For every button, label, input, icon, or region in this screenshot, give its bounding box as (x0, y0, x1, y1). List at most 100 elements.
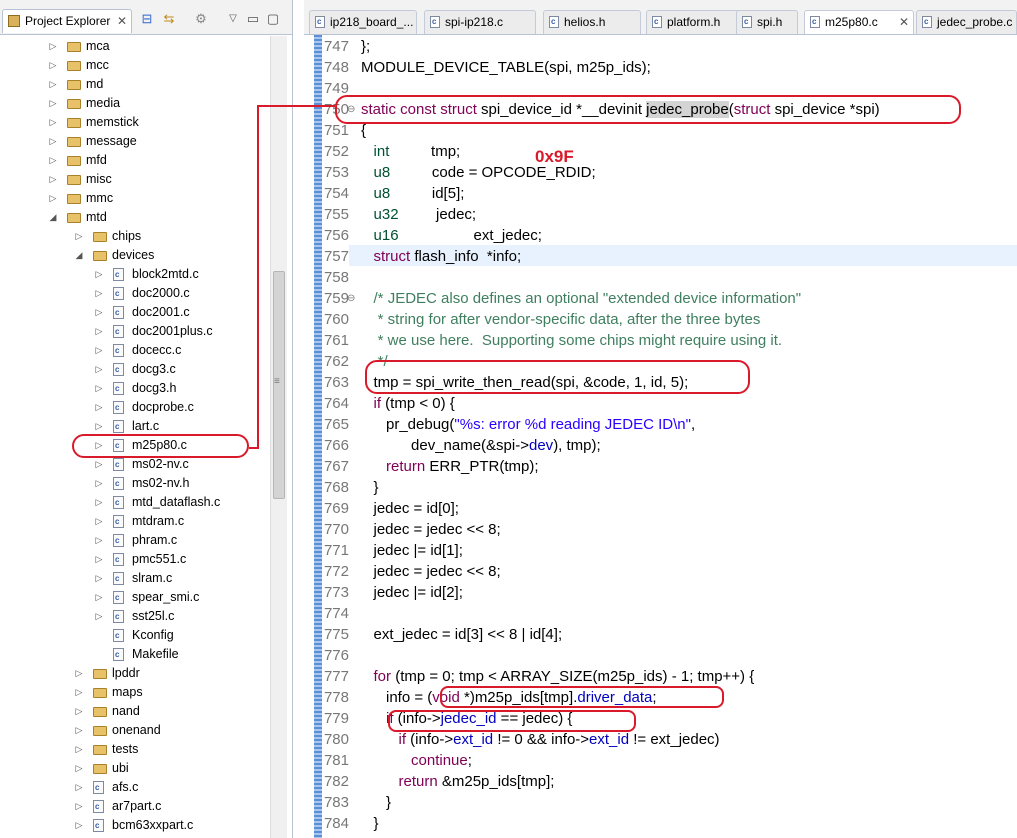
collapsed-arrow-icon[interactable]: ▷ (74, 664, 84, 683)
code-line[interactable]: 752 int tmp; (304, 141, 1017, 162)
tree-item[interactable]: ▷ c slram.c (0, 569, 268, 588)
collapsed-arrow-icon[interactable]: ▷ (94, 303, 104, 322)
code-line[interactable]: 774 (304, 603, 1017, 624)
collapsed-arrow-icon[interactable]: ▷ (74, 740, 84, 759)
collapsed-arrow-icon[interactable]: ▷ (48, 189, 58, 208)
code-line[interactable]: 781 continue; (304, 750, 1017, 771)
tree-item[interactable]: ▷ c docg3.h (0, 379, 268, 398)
collapsed-arrow-icon[interactable]: ▷ (48, 37, 58, 56)
code-line[interactable]: 769 jedec = id[0]; (304, 498, 1017, 519)
tree-item[interactable]: ▷ mfd (0, 151, 268, 170)
collapsed-arrow-icon[interactable]: ▷ (94, 474, 104, 493)
tree-item[interactable]: ▷ onenand (0, 721, 268, 740)
tree-item[interactable]: ▷ mmc (0, 189, 268, 208)
tree-item[interactable]: ▷ lpddr (0, 664, 268, 683)
maximize-icon[interactable]: ▢ (266, 12, 280, 26)
code-line[interactable]: 759 ⊖ /* JEDEC also defines an optional "… (304, 288, 1017, 309)
tree-item[interactable]: ▷ message (0, 132, 268, 151)
tree-item[interactable]: ▷ mcc (0, 56, 268, 75)
tree-item[interactable]: ▷ c mtd_dataflash.c (0, 493, 268, 512)
collapsed-arrow-icon[interactable]: ▷ (94, 607, 104, 626)
tree-item[interactable]: ▷ c ms02-nv.h (0, 474, 268, 493)
collapsed-arrow-icon[interactable]: ▷ (74, 759, 84, 778)
expanded-arrow-icon[interactable]: ◢ (74, 246, 84, 265)
tree-item[interactable]: ▷ c phram.c (0, 531, 268, 550)
collapsed-arrow-icon[interactable]: ▷ (74, 227, 84, 246)
code-line[interactable]: 783 } (304, 792, 1017, 813)
tree-item[interactable]: ▷ c ar7part.c (0, 797, 268, 816)
code-line[interactable]: 754 u8 id[5]; (304, 183, 1017, 204)
collapsed-arrow-icon[interactable]: ▷ (48, 56, 58, 75)
collapsed-arrow-icon[interactable]: ▷ (94, 284, 104, 303)
code-line[interactable]: 748 MODULE_DEVICE_TABLE(spi, m25p_ids); (304, 57, 1017, 78)
collapsed-arrow-icon[interactable]: ▷ (94, 569, 104, 588)
code-line[interactable]: 780 if (info->ext_id != 0 && info->ext_i… (304, 729, 1017, 750)
tree-item[interactable]: ◢ devices (0, 246, 268, 265)
code-line[interactable]: 760 * string for after vendor-specific d… (304, 309, 1017, 330)
collapsed-arrow-icon[interactable]: ▷ (74, 778, 84, 797)
tree-item[interactable]: ▷ c doc2000.c (0, 284, 268, 303)
tree-item[interactable]: ◢ mtd (0, 208, 268, 227)
editor-tab[interactable]: spi-ip218.c (424, 10, 536, 34)
collapsed-arrow-icon[interactable]: ▷ (48, 151, 58, 170)
code-line[interactable]: 753 u8 code = OPCODE_RDID; (304, 162, 1017, 183)
collapsed-arrow-icon[interactable]: ▷ (48, 170, 58, 189)
collapsed-arrow-icon[interactable]: ▷ (94, 512, 104, 531)
link-with-editor-icon[interactable]: ⇆ (162, 12, 176, 26)
collapsed-arrow-icon[interactable]: ▷ (48, 132, 58, 151)
close-icon[interactable]: ✕ (117, 14, 127, 28)
view-menu-icon[interactable]: ▽ (226, 12, 240, 26)
editor-tab[interactable]: helios.h (543, 10, 641, 34)
editor-tab[interactable]: ip218_board_... (309, 10, 417, 34)
collapsed-arrow-icon[interactable]: ▷ (94, 265, 104, 284)
tree-item[interactable]: ▷ c sst25l.c (0, 607, 268, 626)
tree-item[interactable]: ▷ misc (0, 170, 268, 189)
code-line[interactable]: 772 jedec = jedec << 8; (304, 561, 1017, 582)
tree-item[interactable]: ▷ md (0, 75, 268, 94)
tree-item[interactable]: ▷ c block2mtd.c (0, 265, 268, 284)
tree-scrollbar[interactable]: ≡ (270, 36, 287, 838)
tree-item[interactable]: ▷ c docprobe.c (0, 398, 268, 417)
collapsed-arrow-icon[interactable]: ▷ (94, 379, 104, 398)
customize-view-icon[interactable]: ⚙ (194, 12, 208, 26)
code-line[interactable]: 782 return &m25p_ids[tmp]; (304, 771, 1017, 792)
tree-item[interactable]: ▷ c doc2001.c (0, 303, 268, 322)
code-line[interactable]: 766 dev_name(&spi->dev), tmp); (304, 435, 1017, 456)
tree-item[interactable]: ▷ c afs.c (0, 778, 268, 797)
code-line[interactable]: 784 } (304, 813, 1017, 834)
tree-item[interactable]: ▷ nand (0, 702, 268, 721)
tree-item[interactable]: ▷ mca (0, 37, 268, 56)
close-icon[interactable]: ✕ (899, 11, 909, 33)
tree-item[interactable]: ▷ memstick (0, 113, 268, 132)
tree-item[interactable]: c Makefile (0, 645, 268, 664)
code-line[interactable]: 775 ext_jedec = id[3] << 8 | id[4]; (304, 624, 1017, 645)
collapsed-arrow-icon[interactable]: ▷ (94, 531, 104, 550)
code-line[interactable]: 777 for (tmp = 0; tmp < ARRAY_SIZE(m25p_… (304, 666, 1017, 687)
fold-toggle-icon[interactable]: ⊖ (347, 288, 355, 309)
collapsed-arrow-icon[interactable]: ▷ (94, 493, 104, 512)
collapsed-arrow-icon[interactable]: ▷ (94, 588, 104, 607)
code-line[interactable]: 767 return ERR_PTR(tmp); (304, 456, 1017, 477)
project-explorer-tab[interactable]: Project Explorer ✕ (2, 9, 132, 33)
tree-item[interactable]: ▷ c docecc.c (0, 341, 268, 360)
editor-tab[interactable]: platform.h (646, 10, 747, 34)
tree-item[interactable]: ▷ c spear_smi.c (0, 588, 268, 607)
tree-item[interactable]: c Kconfig (0, 626, 268, 645)
code-line[interactable]: 768 } (304, 477, 1017, 498)
tree-item[interactable]: ▷ chips (0, 227, 268, 246)
code-line[interactable]: 773 jedec |= id[2]; (304, 582, 1017, 603)
code-line[interactable]: 747}; (304, 36, 1017, 57)
collapsed-arrow-icon[interactable]: ▷ (48, 94, 58, 113)
collapsed-arrow-icon[interactable]: ▷ (74, 721, 84, 740)
code-line[interactable]: 761 * we use here. Supporting some chips… (304, 330, 1017, 351)
editor-tab[interactable]: m25p80.c ✕ (804, 10, 914, 34)
collapse-all-icon[interactable]: ⊟ (140, 12, 154, 26)
tree-item[interactable]: ▷ ubi (0, 759, 268, 778)
code-line[interactable]: 764 if (tmp < 0) { (304, 393, 1017, 414)
code-line[interactable]: 757 struct flash_info *info; (304, 246, 1017, 267)
code-line[interactable]: 755 u32 jedec; (304, 204, 1017, 225)
code-line[interactable]: 770 jedec = jedec << 8; (304, 519, 1017, 540)
collapsed-arrow-icon[interactable]: ▷ (48, 75, 58, 94)
tree-item[interactable]: ▷ c docg3.c (0, 360, 268, 379)
collapsed-arrow-icon[interactable]: ▷ (94, 550, 104, 569)
